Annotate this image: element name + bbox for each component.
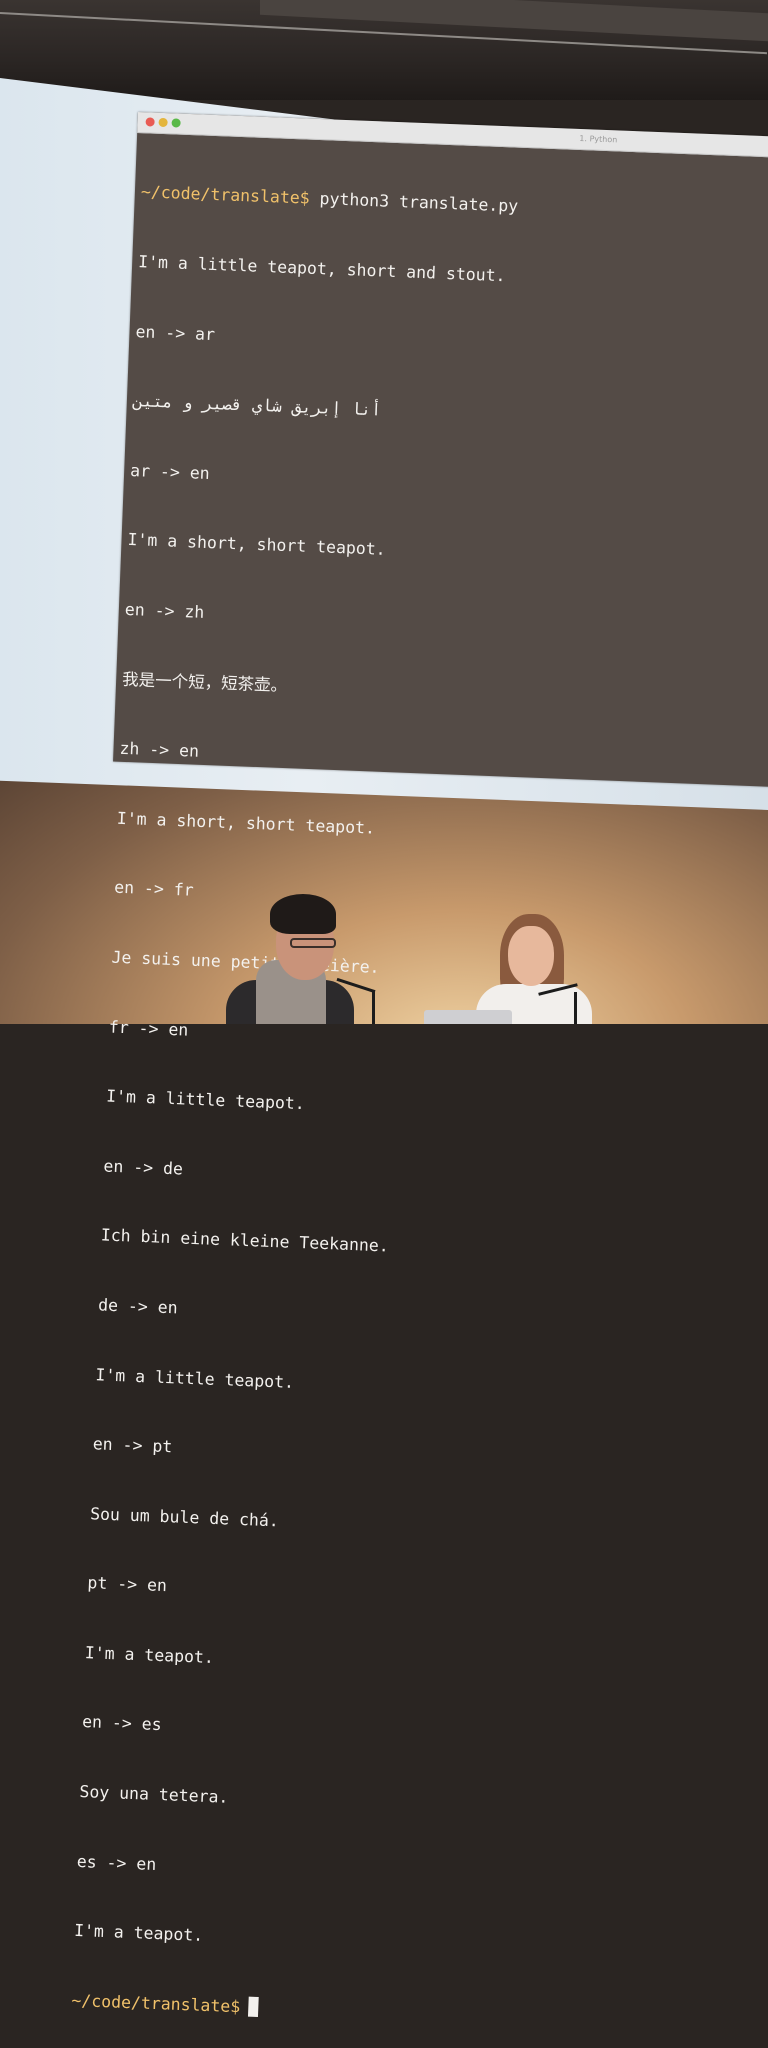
prompt-path: ~/code/translate$ <box>140 182 311 209</box>
command-text: python3 translate.py <box>309 189 519 217</box>
output-line: I'm a little teapot, short and stout. <box>137 252 506 286</box>
glasses <box>290 938 336 948</box>
output-line: I'm a teapot. <box>73 1921 204 1946</box>
output-line: en -> pt <box>92 1434 173 1457</box>
terminal-tab-title: 1. Python <box>579 133 618 145</box>
microphone-stand-right <box>574 992 577 1024</box>
output-line: en -> ar <box>135 321 216 344</box>
output-line: zh -> en <box>119 738 200 761</box>
output-line: Ich bin eine kleine Teekanne. <box>100 1225 390 1256</box>
output-line: en -> es <box>81 1712 162 1735</box>
prompt-path: ~/code/translate$ <box>71 1990 241 2017</box>
output-line: I'm a short, short teapot. <box>127 530 387 560</box>
output-line: Soy una tetera. <box>79 1782 229 1807</box>
presenter-right-head <box>508 926 554 986</box>
output-line: en -> fr <box>113 878 195 901</box>
output-line: I'm a teapot. <box>84 1642 215 1667</box>
output-line: es -> en <box>76 1851 157 1874</box>
cursor-block <box>247 1996 259 2017</box>
zoom-window-icon[interactable] <box>171 118 181 128</box>
output-line: I'm a short, short teapot. <box>116 808 376 838</box>
output-line-chinese: 我是一个短，短茶壶。 <box>121 669 288 695</box>
presenter-left-hair <box>270 894 336 934</box>
ceiling <box>0 0 768 100</box>
close-window-icon[interactable] <box>145 117 155 127</box>
microphone-stand-left <box>372 990 375 1024</box>
output-line: Sou um bule de chá. <box>89 1503 280 1531</box>
final-prompt-line: ~/code/translate$ <box>71 1989 719 2037</box>
output-line: ar -> en <box>129 460 211 483</box>
output-line: de -> en <box>97 1295 178 1318</box>
output-line: pt -> en <box>87 1573 168 1596</box>
minimize-window-icon[interactable] <box>158 117 168 128</box>
laptop <box>424 1010 512 1024</box>
command-line: ~/code/translate$ python3 translate.py <box>140 181 768 229</box>
output-line: I'm a little teapot. <box>95 1364 295 1392</box>
terminal-output[interactable]: ~/code/translate$ python3 translate.py I… <box>69 134 768 2048</box>
output-line: I'm a little teapot. <box>105 1086 306 1114</box>
output-line: en -> zh <box>124 599 205 622</box>
terminal-window: 1. Python ~/code/translate$ python3 tran… <box>71 112 768 2017</box>
ceiling-truss <box>260 0 768 42</box>
output-line: Je suis une petite théière. <box>111 947 380 977</box>
output-line: en -> de <box>103 1156 184 1179</box>
output-line-arabic: أنا إبريق شاي قصير و متين <box>132 391 382 420</box>
